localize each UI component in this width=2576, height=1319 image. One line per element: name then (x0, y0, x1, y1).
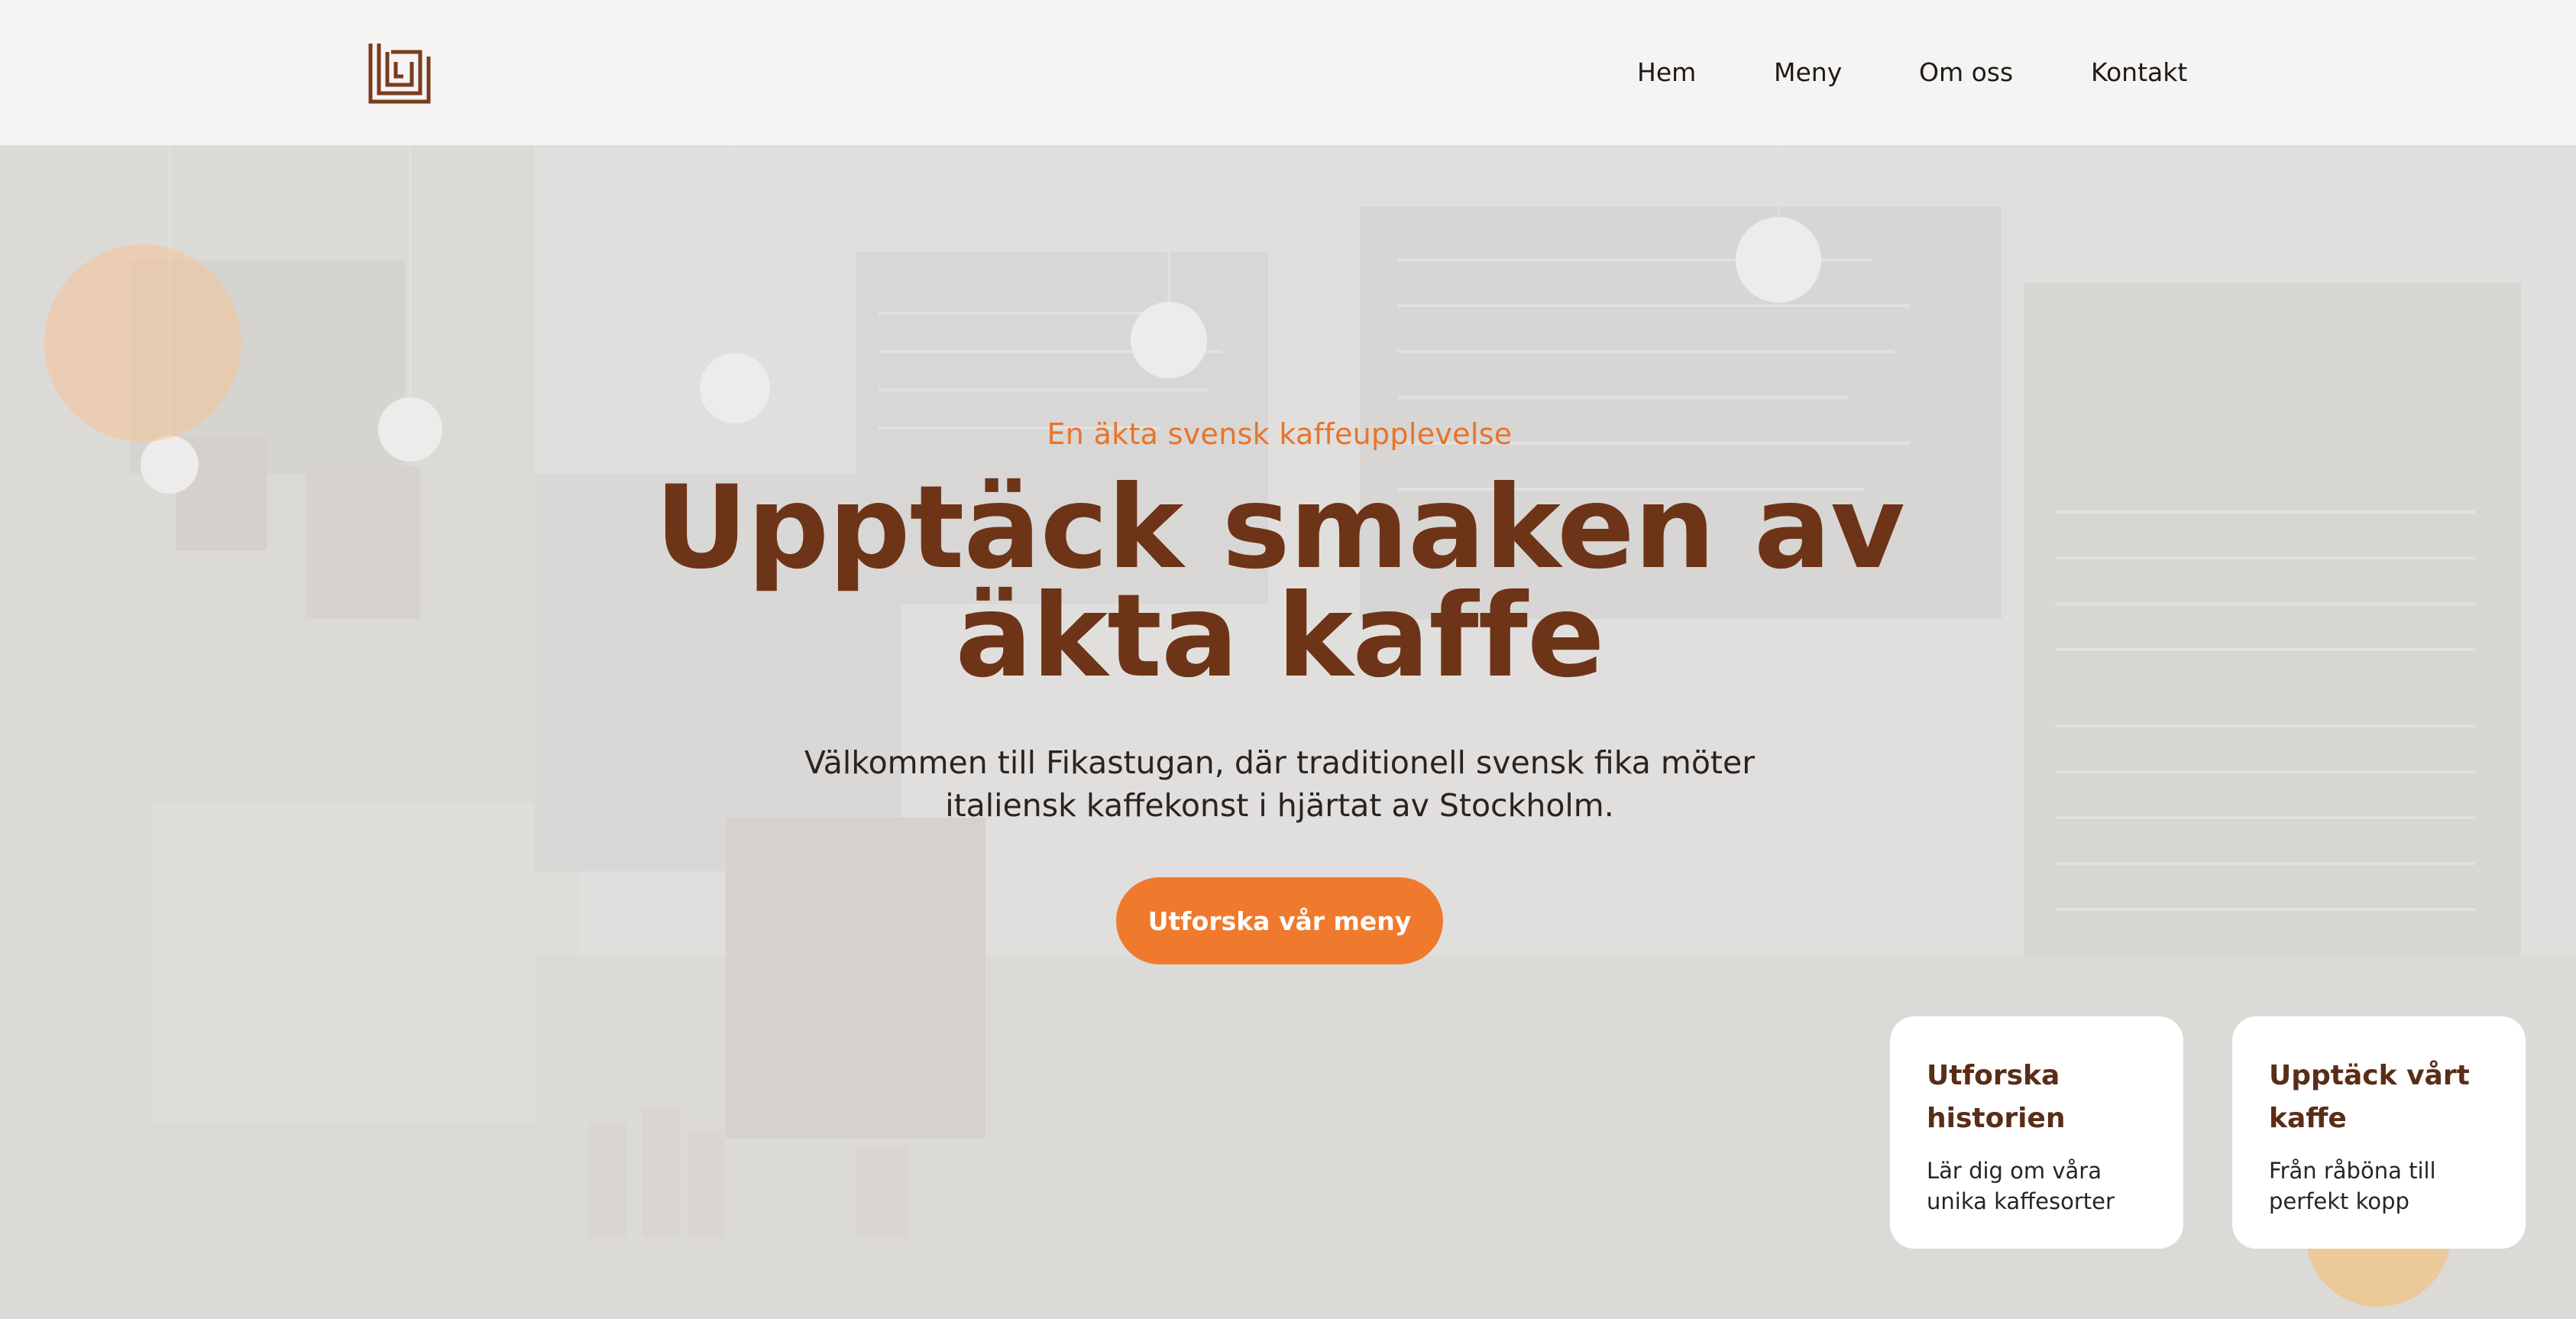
site-header: Hem Meny Om oss Kontakt (0, 0, 2576, 145)
card-title-line-2: historien (1927, 1103, 2066, 1134)
hero-headline: Upptäck smaken av äkta kaffe (0, 471, 2559, 694)
card-title-line-2: kaffe (2269, 1103, 2347, 1134)
card-text-line-2: unika kaffesorter (1927, 1188, 2115, 1214)
decorative-circle (44, 245, 241, 442)
card-text-line-1: Från råböna till (2269, 1158, 2436, 1184)
hero-overlay (0, 145, 2576, 1319)
hero-headline-line-2: äkta kaffe (955, 570, 1604, 703)
card-title: Upptäck vårt kaffe (2269, 1055, 2489, 1140)
feature-card-history[interactable]: Utforska historien Lär dig om våra unika… (1890, 1016, 2183, 1249)
card-title-line-1: Upptäck vårt (2269, 1060, 2470, 1091)
card-title: Utforska historien (1927, 1055, 2147, 1140)
square-spiral-logo-icon[interactable] (368, 41, 431, 104)
card-text: Lär dig om våra unika kaffesorter (1927, 1155, 2147, 1217)
feature-card-coffee[interactable]: Upptäck vårt kaffe Från råböna till perf… (2232, 1016, 2526, 1249)
hero-subtitle: Välkommen till Fikastugan, där tradition… (0, 741, 2559, 827)
card-text: Från råböna till perfekt kopp (2269, 1155, 2489, 1217)
card-text-line-2: perfekt kopp (2269, 1188, 2409, 1214)
hero-subtitle-line-2: italiensk kaffekonst i hjärtat av Stockh… (945, 787, 1614, 824)
page: Hem Meny Om oss Kontakt En äkta svensk k… (0, 0, 2576, 1319)
hero-eyebrow: En äkta svensk kaffeupplevelse (1047, 417, 1513, 451)
nav-link-kontakt[interactable]: Kontakt (2091, 55, 2187, 90)
nav-link-om-oss[interactable]: Om oss (1919, 55, 2013, 90)
card-text-line-1: Lär dig om våra (1927, 1158, 2102, 1184)
explore-menu-button[interactable]: Utforska vår meny (1116, 877, 1443, 964)
nav-link-meny[interactable]: Meny (1774, 55, 1842, 90)
hero-section: En äkta svensk kaffeupplevelse Upptäck s… (0, 145, 2576, 1319)
card-title-line-1: Utforska (1927, 1060, 2060, 1091)
nav-link-hem[interactable]: Hem (1637, 55, 1696, 90)
hero-subtitle-line-1: Välkommen till Fikastugan, där tradition… (804, 744, 1756, 781)
